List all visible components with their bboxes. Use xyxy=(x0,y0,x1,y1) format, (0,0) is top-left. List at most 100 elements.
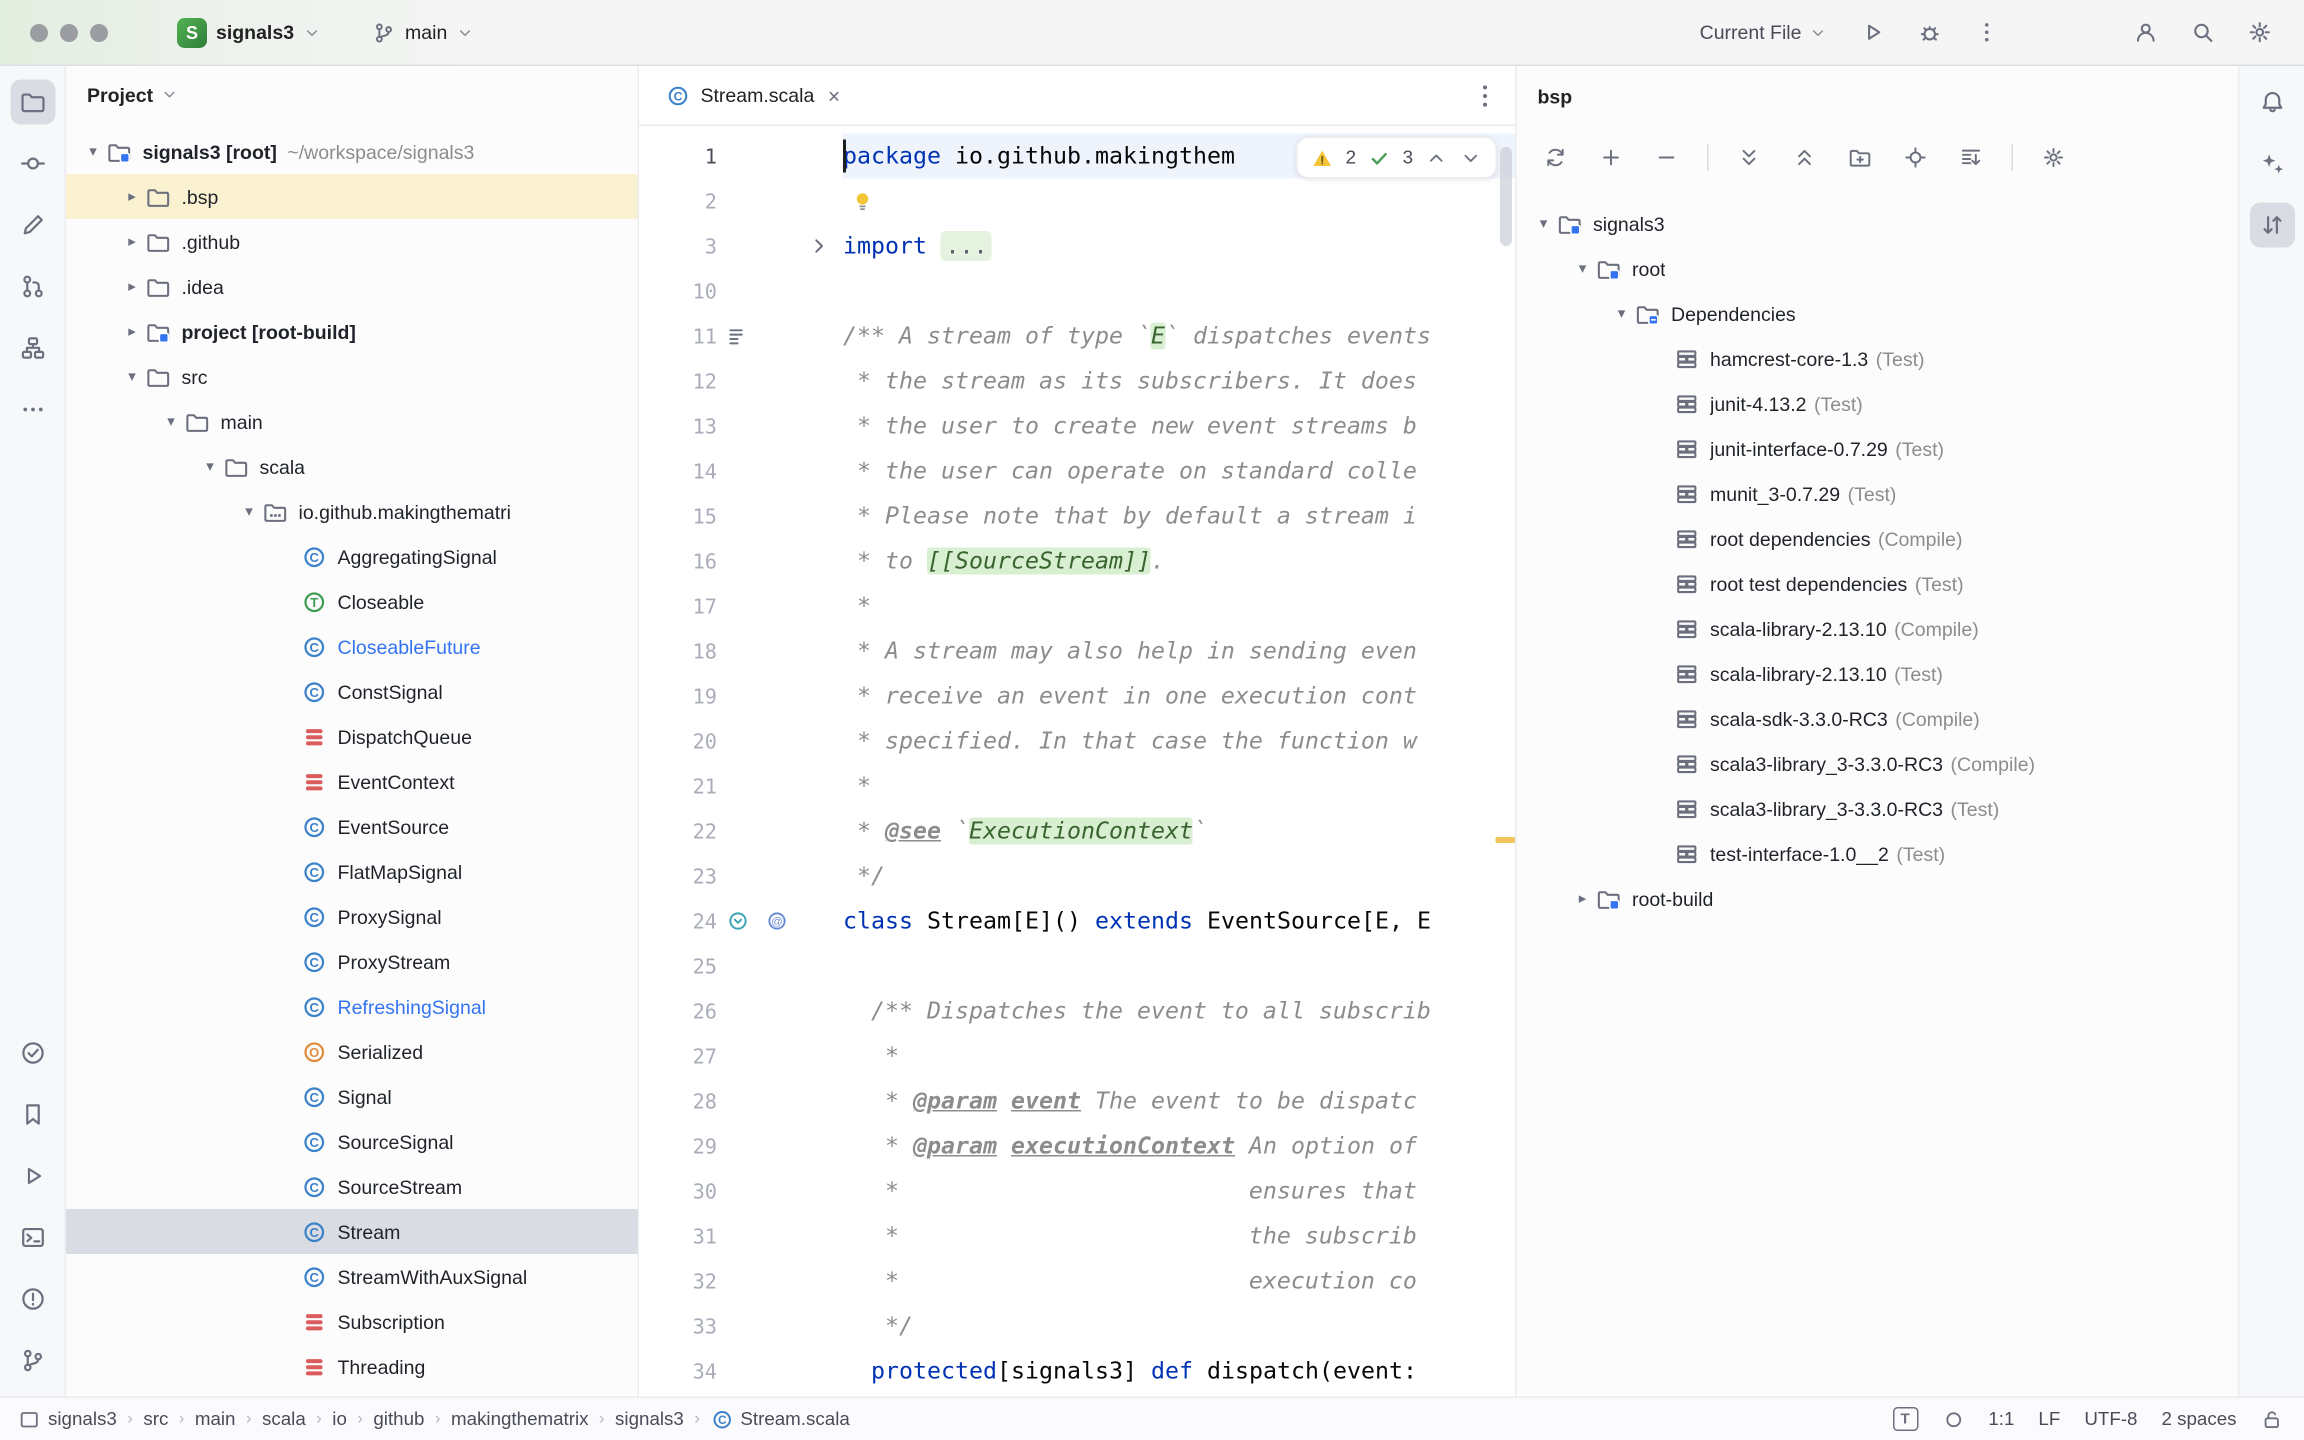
tree-item-stream[interactable]: CStream xyxy=(66,1209,638,1254)
caret-position-widget[interactable]: 1:1 xyxy=(1988,1409,2014,1430)
bulb-icon[interactable] xyxy=(851,189,875,213)
run-tool-window-button[interactable] xyxy=(10,1154,55,1199)
code-line-16[interactable]: 16 * to [[SourceStream]]. xyxy=(639,539,1515,584)
settings-button[interactable] xyxy=(2238,11,2280,53)
companion-marker-icon[interactable]: @ xyxy=(765,909,789,933)
code-line-18[interactable]: 18 * A stream may also help in sending e… xyxy=(639,629,1515,674)
tree-item-streamwithauxsignal[interactable]: CStreamWithAuxSignal xyxy=(66,1254,638,1299)
code-line-17[interactable]: 17 * xyxy=(639,584,1515,629)
tree-item-scala-library-2-13-10[interactable]: scala-library-2.13.10(Compile) xyxy=(1517,606,2239,651)
tree-item-root-test-dependencies[interactable]: root test dependencies(Test) xyxy=(1517,561,2239,606)
code-line-22[interactable]: 22 * @see `ExecutionContext` xyxy=(639,809,1515,854)
code-line-14[interactable]: 14 * the user can operate on standard co… xyxy=(639,449,1515,494)
editor-gutter[interactable]: 17 xyxy=(639,584,843,629)
code-line-30[interactable]: 30 * ensures that xyxy=(639,1169,1515,1214)
bsp-panel-header[interactable]: bsp xyxy=(1517,66,2239,126)
tree-item-scala3-library-3-3-3-0-rc3[interactable]: scala3-library_3-3.3.0-RC3(Test) xyxy=(1517,786,2239,831)
bsp-settings-button[interactable] xyxy=(2039,143,2069,173)
checks-tool-window-button[interactable] xyxy=(10,1031,55,1076)
editor-gutter[interactable]: 1 xyxy=(639,134,843,179)
tree-item-subscription[interactable]: Subscription xyxy=(66,1299,638,1344)
chevron-expanded-icon[interactable]: ▾ xyxy=(237,503,261,520)
tree-item-flatmapsignal[interactable]: CFlatMapSignal xyxy=(66,849,638,894)
scrollbar-thumb[interactable] xyxy=(1500,147,1512,246)
chevron-expanded-icon[interactable]: ▾ xyxy=(1571,260,1595,277)
version-control-tool-window-button[interactable] xyxy=(10,1338,55,1383)
tab-close-button[interactable]: × xyxy=(828,85,840,106)
breadcrumb-scala[interactable]: scala xyxy=(262,1409,306,1430)
editor-gutter[interactable]: 11 xyxy=(639,314,843,359)
tree-item-dispatchqueue[interactable]: DispatchQueue xyxy=(66,714,638,759)
editor-gutter[interactable]: 10 xyxy=(639,269,843,314)
tree-item-proxysignal[interactable]: CProxySignal xyxy=(66,894,638,939)
tree-item-src[interactable]: ▾src xyxy=(66,354,638,399)
editor-gutter[interactable]: 25 xyxy=(639,944,843,989)
editor-gutter[interactable]: 16 xyxy=(639,539,843,584)
editor-gutter[interactable]: 21 xyxy=(639,764,843,809)
tree-item-junit-interface-0-7-29[interactable]: junit-interface-0.7.29(Test) xyxy=(1517,426,2239,471)
breadcrumb-io[interactable]: io xyxy=(332,1409,347,1430)
editor-gutter[interactable]: 22 xyxy=(639,809,843,854)
breadcrumb-github[interactable]: github xyxy=(373,1409,424,1430)
tree-item-main[interactable]: ▾main xyxy=(66,399,638,444)
tree-item-test-interface-1-0-2[interactable]: test-interface-1.0__2(Test) xyxy=(1517,831,2239,876)
editor-gutter[interactable]: 2 xyxy=(639,179,843,224)
chevron-expanded-icon[interactable]: ▾ xyxy=(198,458,222,475)
editor-gutter[interactable]: 32 xyxy=(639,1259,843,1304)
code-line-19[interactable]: 19 * receive an event in one execution c… xyxy=(639,674,1515,719)
tab-options-icon[interactable] xyxy=(1470,80,1500,110)
run-button[interactable] xyxy=(1851,11,1893,53)
chevron-expanded-icon[interactable]: ▾ xyxy=(120,368,144,385)
editor-gutter[interactable]: 29 xyxy=(639,1124,843,1169)
code-line-10[interactable]: 10 xyxy=(639,269,1515,314)
tree-item-signals3[interactable]: ▾signals3 xyxy=(1517,201,2239,246)
editor-gutter[interactable]: 13 xyxy=(639,404,843,449)
tree-item-threading[interactable]: Threading xyxy=(66,1344,638,1389)
editor-gutter[interactable]: 14 xyxy=(639,449,843,494)
add-button[interactable] xyxy=(1596,143,1626,173)
code-line-2[interactable]: 2 xyxy=(639,179,1515,224)
code-editor[interactable]: 1package io.github.makingthem23import ..… xyxy=(639,126,1515,1397)
editor-gutter[interactable]: 31 xyxy=(639,1214,843,1259)
tree-item-eventcontext[interactable]: EventContext xyxy=(66,759,638,804)
chevron-collapsed-icon[interactable]: ▸ xyxy=(120,278,144,295)
more-actions-button[interactable] xyxy=(1965,11,2007,53)
code-line-25[interactable]: 25 xyxy=(639,944,1515,989)
tree-item-root-dependencies[interactable]: root dependencies(Compile) xyxy=(1517,516,2239,561)
tree-item-scala-sdk-3-3-0-rc3[interactable]: scala-sdk-3.3.0-RC3(Compile) xyxy=(1517,696,2239,741)
tree-item-root[interactable]: ▾root xyxy=(1517,246,2239,291)
bookmarks-tool-window-button[interactable] xyxy=(10,1092,55,1137)
code-line-27[interactable]: 27 * xyxy=(639,1034,1515,1079)
tree-item-signal[interactable]: CSignal xyxy=(66,1074,638,1119)
project-panel-header[interactable]: Project xyxy=(66,66,638,123)
code-line-15[interactable]: 15 * Please note that by default a strea… xyxy=(639,494,1515,539)
tree-item-closeable[interactable]: TCloseable xyxy=(66,579,638,624)
chevron-expanded-icon[interactable]: ▾ xyxy=(1610,305,1634,322)
code-line-26[interactable]: 26 /** Dispatches the event to all subsc… xyxy=(639,989,1515,1034)
tree-item-github[interactable]: ▸.github xyxy=(66,219,638,264)
editor-gutter[interactable]: 34 xyxy=(639,1349,843,1394)
tree-item-munit-3-0-7-29[interactable]: munit_3-0.7.29(Test) xyxy=(1517,471,2239,516)
tree-item-dependencies[interactable]: ▾Dependencies xyxy=(1517,291,2239,336)
code-line-32[interactable]: 32 * execution co xyxy=(639,1259,1515,1304)
code-line-28[interactable]: 28 * @param event The event to be dispat… xyxy=(639,1079,1515,1124)
more-tool-windows-button[interactable] xyxy=(10,387,55,432)
todo-widget[interactable]: T xyxy=(1892,1407,1918,1431)
code-line-20[interactable]: 20 * specified. In that case the functio… xyxy=(639,719,1515,764)
tree-item-eventsource[interactable]: CEventSource xyxy=(66,804,638,849)
tree-item-idea[interactable]: ▸.idea xyxy=(66,264,638,309)
next-problem-icon[interactable] xyxy=(1460,146,1483,169)
tree-item-proxystream[interactable]: CProxyStream xyxy=(66,939,638,984)
group-modules-button[interactable] xyxy=(1845,143,1875,173)
tree-item-aggregatingsignal[interactable]: CAggregatingSignal xyxy=(66,534,638,579)
doc-render-icon[interactable] xyxy=(726,324,750,348)
tree-item-signals3-root[interactable]: ▾signals3 [root]~/workspace/signals3 xyxy=(66,129,638,174)
warning-stripe-mark[interactable] xyxy=(1496,837,1516,843)
breadcrumb-makingthematrix[interactable]: makingthematrix xyxy=(451,1409,589,1430)
editor-gutter[interactable]: 26 xyxy=(639,989,843,1034)
reload-bsp-button[interactable] xyxy=(1541,143,1571,173)
code-line-34[interactable]: 34 protected[signals3] def dispatch(even… xyxy=(639,1349,1515,1394)
code-line-29[interactable]: 29 * @param executionContext An option o… xyxy=(639,1124,1515,1169)
code-with-me-button[interactable] xyxy=(2124,11,2166,53)
tree-item-scala-library-2-13-10[interactable]: scala-library-2.13.10(Test) xyxy=(1517,651,2239,696)
